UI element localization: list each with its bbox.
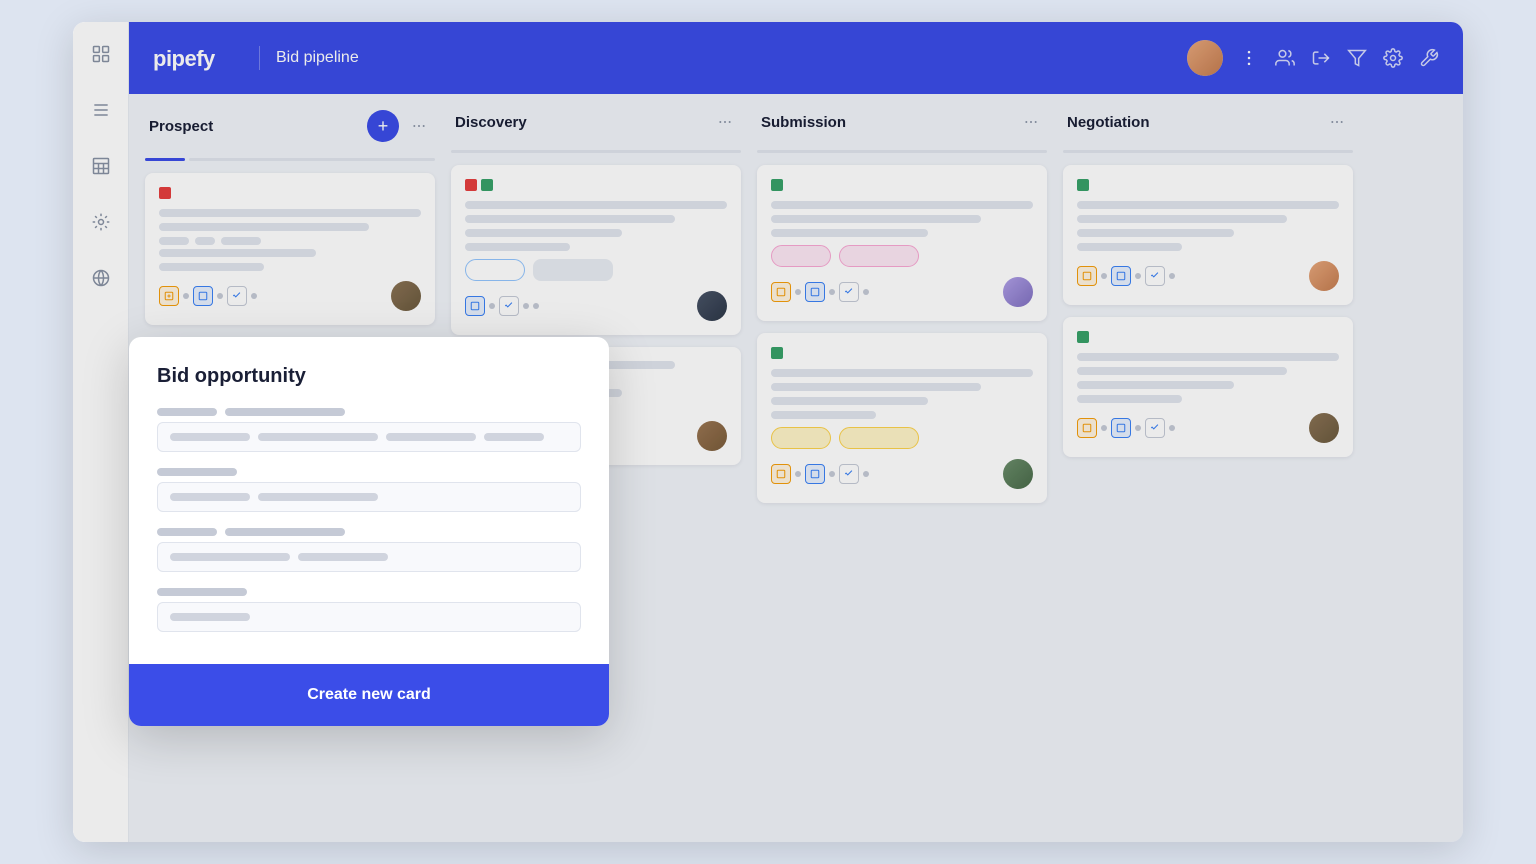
form-group-2	[157, 468, 581, 512]
form-group-3	[157, 528, 581, 572]
form-label-part-3b	[225, 528, 345, 536]
placeholder-3a	[170, 553, 290, 561]
modal-title: Bid opportunity	[157, 365, 581, 388]
form-input-2[interactable]	[157, 482, 581, 512]
form-label-row-2	[157, 468, 581, 476]
create-new-card-button[interactable]: Create new card	[129, 664, 609, 726]
form-label-row-1	[157, 408, 581, 416]
placeholder-1d	[484, 433, 544, 441]
form-group-1	[157, 408, 581, 452]
form-input-3[interactable]	[157, 542, 581, 572]
form-label-part-2a	[157, 468, 237, 476]
placeholder-2b	[258, 493, 378, 501]
form-group-4	[157, 588, 581, 632]
placeholder-4a	[170, 613, 250, 621]
form-label-part-1a	[157, 408, 217, 416]
placeholder-1a	[170, 433, 250, 441]
form-input-4[interactable]	[157, 602, 581, 632]
placeholder-2a	[170, 493, 250, 501]
form-input-1[interactable]	[157, 422, 581, 452]
form-label-part-1b	[225, 408, 345, 416]
form-label-part-4a	[157, 588, 247, 596]
form-label-part-3a	[157, 528, 217, 536]
app-window: pipefy Bid pipeline	[73, 22, 1463, 842]
placeholder-3b	[298, 553, 388, 561]
placeholder-1b	[258, 433, 378, 441]
placeholder-1c	[386, 433, 476, 441]
modal-body: Bid opportunity	[129, 337, 609, 664]
create-card-modal: Bid opportunity	[129, 337, 609, 726]
form-label-row-4	[157, 588, 581, 596]
modal-footer: Create new card	[129, 664, 609, 726]
form-label-row-3	[157, 528, 581, 536]
